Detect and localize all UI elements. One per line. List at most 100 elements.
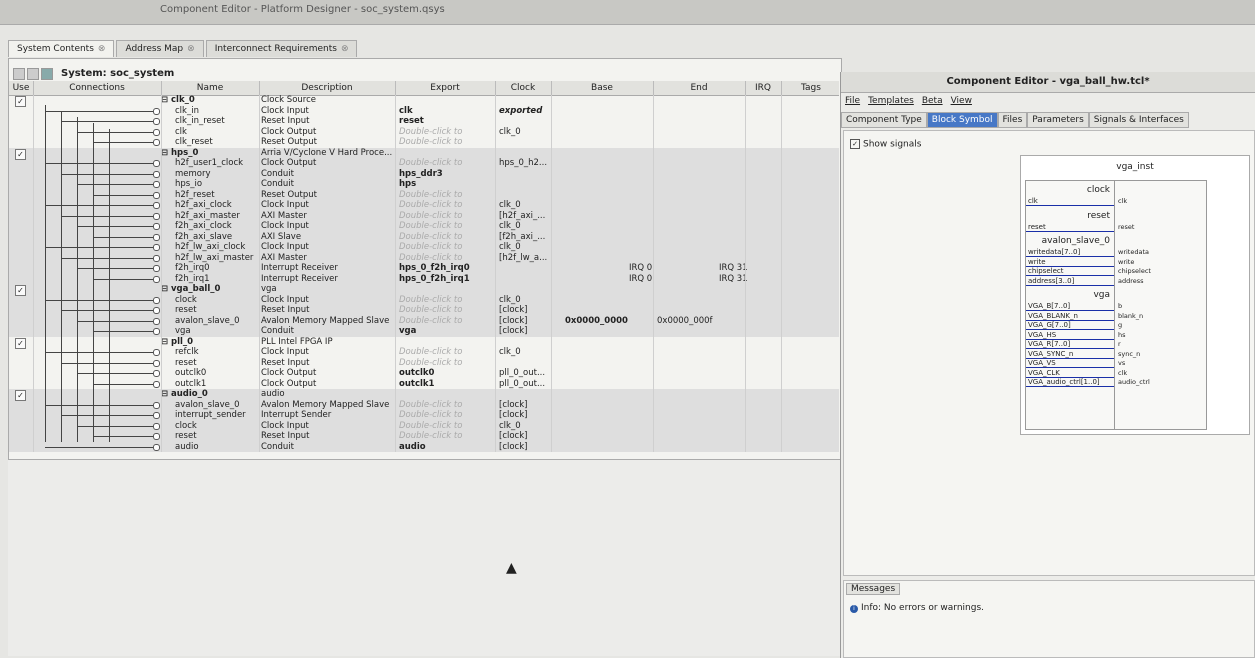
- export-cell[interactable]: Double-click to: [399, 253, 493, 263]
- col-connections[interactable]: Connections: [33, 81, 162, 95]
- clock-cell[interactable]: [clock]: [499, 431, 551, 441]
- component-row[interactable]: ⊟ clk_0 Clock Source: [9, 95, 839, 105]
- close-icon[interactable]: ⊗: [341, 44, 349, 54]
- tree-toggle-icon[interactable]: ⊟: [161, 148, 168, 158]
- messages-tab[interactable]: Messages: [846, 583, 901, 595]
- tab-system-contents[interactable]: System Contents ⊗: [8, 40, 115, 57]
- export-cell[interactable]: Double-click to: [399, 421, 493, 431]
- base-address[interactable]: 0x0000_0000: [565, 316, 628, 326]
- export-cell[interactable]: Double-click to: [399, 347, 493, 357]
- export-cell[interactable]: Double-click to: [399, 242, 493, 252]
- menu-file[interactable]: File: [841, 96, 864, 110]
- port-open-icon[interactable]: [153, 244, 160, 251]
- export-cell[interactable]: Double-click to: [399, 316, 493, 326]
- export-cell[interactable]: hps_0_f2h_irq1: [399, 274, 493, 284]
- port-open-icon[interactable]: [153, 181, 160, 188]
- col-irq[interactable]: IRQ: [745, 81, 782, 95]
- port-open-icon[interactable]: [153, 139, 160, 146]
- port-open-icon[interactable]: [153, 212, 160, 220]
- editor-tab-signals-interfaces[interactable]: Signals & Interfaces: [1088, 112, 1189, 128]
- expand-icon[interactable]: [27, 68, 39, 80]
- clock-cell[interactable]: clk_0: [499, 127, 551, 137]
- component-row[interactable]: ⊟ hps_0 Arria V/Cyclone V Hard Proce...: [9, 148, 839, 158]
- port-open-icon[interactable]: [153, 433, 160, 440]
- port-open-icon[interactable]: [153, 223, 160, 230]
- clock-cell[interactable]: [clock]: [499, 326, 551, 336]
- export-cell[interactable]: Double-click to: [399, 221, 493, 231]
- component-row[interactable]: ⊟ audio_0 audio: [9, 389, 839, 399]
- tree-toggle-icon[interactable]: ⊟: [161, 284, 168, 294]
- export-cell[interactable]: vga: [399, 326, 493, 336]
- close-icon[interactable]: ⊗: [98, 44, 106, 54]
- port-open-icon[interactable]: [153, 422, 160, 430]
- clock-cell[interactable]: [clock]: [499, 442, 551, 452]
- export-cell[interactable]: Double-click to: [399, 295, 493, 305]
- clock-cell[interactable]: [clock]: [499, 316, 551, 326]
- component-row[interactable]: ⊟ pll_0 PLL Intel FPGA IP: [9, 337, 839, 347]
- port-open-icon[interactable]: [153, 380, 160, 388]
- port-open-icon[interactable]: [153, 118, 160, 125]
- clock-cell[interactable]: hps_0_h2...: [499, 158, 551, 168]
- component-row[interactable]: ⊟ vga_ball_0 vga: [9, 284, 839, 294]
- clock-cell[interactable]: clk_0: [499, 295, 551, 305]
- close-icon[interactable]: ⊗: [187, 44, 195, 54]
- port-open-icon[interactable]: [153, 191, 160, 199]
- export-cell[interactable]: Double-click to: [399, 137, 493, 147]
- col-end[interactable]: End: [653, 81, 746, 95]
- clock-cell[interactable]: clk_0: [499, 421, 551, 431]
- col-clock[interactable]: Clock: [495, 81, 552, 95]
- editor-tab-parameters[interactable]: Parameters: [1027, 112, 1089, 128]
- port-open-icon[interactable]: [153, 412, 160, 419]
- export-cell[interactable]: Double-click to: [399, 358, 493, 368]
- port-open-icon[interactable]: [153, 107, 160, 115]
- port-open-icon[interactable]: [153, 128, 160, 136]
- clock-cell[interactable]: [clock]: [499, 410, 551, 420]
- col-description[interactable]: Description: [259, 81, 396, 95]
- export-cell[interactable]: reset: [399, 116, 493, 126]
- editor-tab-block-symbol[interactable]: Block Symbol: [926, 112, 998, 128]
- clock-cell[interactable]: [clock]: [499, 305, 551, 315]
- export-cell[interactable]: hps: [399, 179, 493, 189]
- clock-cell[interactable]: clk_0: [499, 221, 551, 231]
- clock-cell[interactable]: exported: [499, 106, 551, 116]
- menu-beta[interactable]: Beta: [918, 96, 947, 110]
- export-cell[interactable]: Double-click to: [399, 158, 493, 168]
- tree-toggle-icon[interactable]: ⊟: [161, 337, 168, 347]
- col-base[interactable]: Base: [551, 81, 654, 95]
- port-open-icon[interactable]: [153, 370, 160, 377]
- tree-toggle-icon[interactable]: ⊟: [161, 95, 168, 105]
- col-tags[interactable]: Tags: [781, 81, 841, 95]
- clock-cell[interactable]: pll_0_out...: [499, 379, 551, 389]
- export-cell[interactable]: clk: [399, 106, 493, 116]
- editor-tab-component-type[interactable]: Component Type: [841, 112, 927, 128]
- clock-cell[interactable]: [f2h_axi_...: [499, 232, 551, 242]
- port-open-icon[interactable]: [153, 275, 160, 283]
- export-cell[interactable]: Double-click to: [399, 431, 493, 441]
- export-cell[interactable]: Double-click to: [399, 190, 493, 200]
- clock-cell[interactable]: [clock]: [499, 400, 551, 410]
- col-use[interactable]: Use: [9, 81, 34, 95]
- port-open-icon[interactable]: [153, 328, 160, 335]
- port-open-icon[interactable]: [153, 296, 160, 304]
- port-open-icon[interactable]: [153, 202, 160, 209]
- port-open-icon[interactable]: [153, 160, 160, 167]
- tree-toggle-icon[interactable]: ⊟: [161, 389, 168, 399]
- clock-cell[interactable]: clk_0: [499, 347, 551, 357]
- port-open-icon[interactable]: [153, 254, 160, 262]
- export-cell[interactable]: audio: [399, 442, 493, 452]
- checkbox-checked-icon[interactable]: ✓: [850, 139, 860, 149]
- clock-cell[interactable]: clk_0: [499, 200, 551, 210]
- menu-view[interactable]: View: [947, 96, 976, 110]
- export-cell[interactable]: Double-click to: [399, 127, 493, 137]
- export-cell[interactable]: outclk0: [399, 368, 493, 378]
- port-open-icon[interactable]: [153, 443, 160, 451]
- show-signals-checkbox[interactable]: ✓ Show signals: [850, 139, 921, 150]
- col-name[interactable]: Name: [161, 81, 260, 95]
- clock-cell[interactable]: [h2f_lw_a...: [499, 253, 551, 263]
- port-open-icon[interactable]: [153, 265, 160, 272]
- port-open-icon[interactable]: [153, 233, 160, 241]
- export-cell[interactable]: Double-click to: [399, 305, 493, 315]
- port-open-icon[interactable]: [153, 401, 160, 409]
- export-cell[interactable]: Double-click to: [399, 211, 493, 221]
- clock-cell[interactable]: clk_0: [499, 242, 551, 252]
